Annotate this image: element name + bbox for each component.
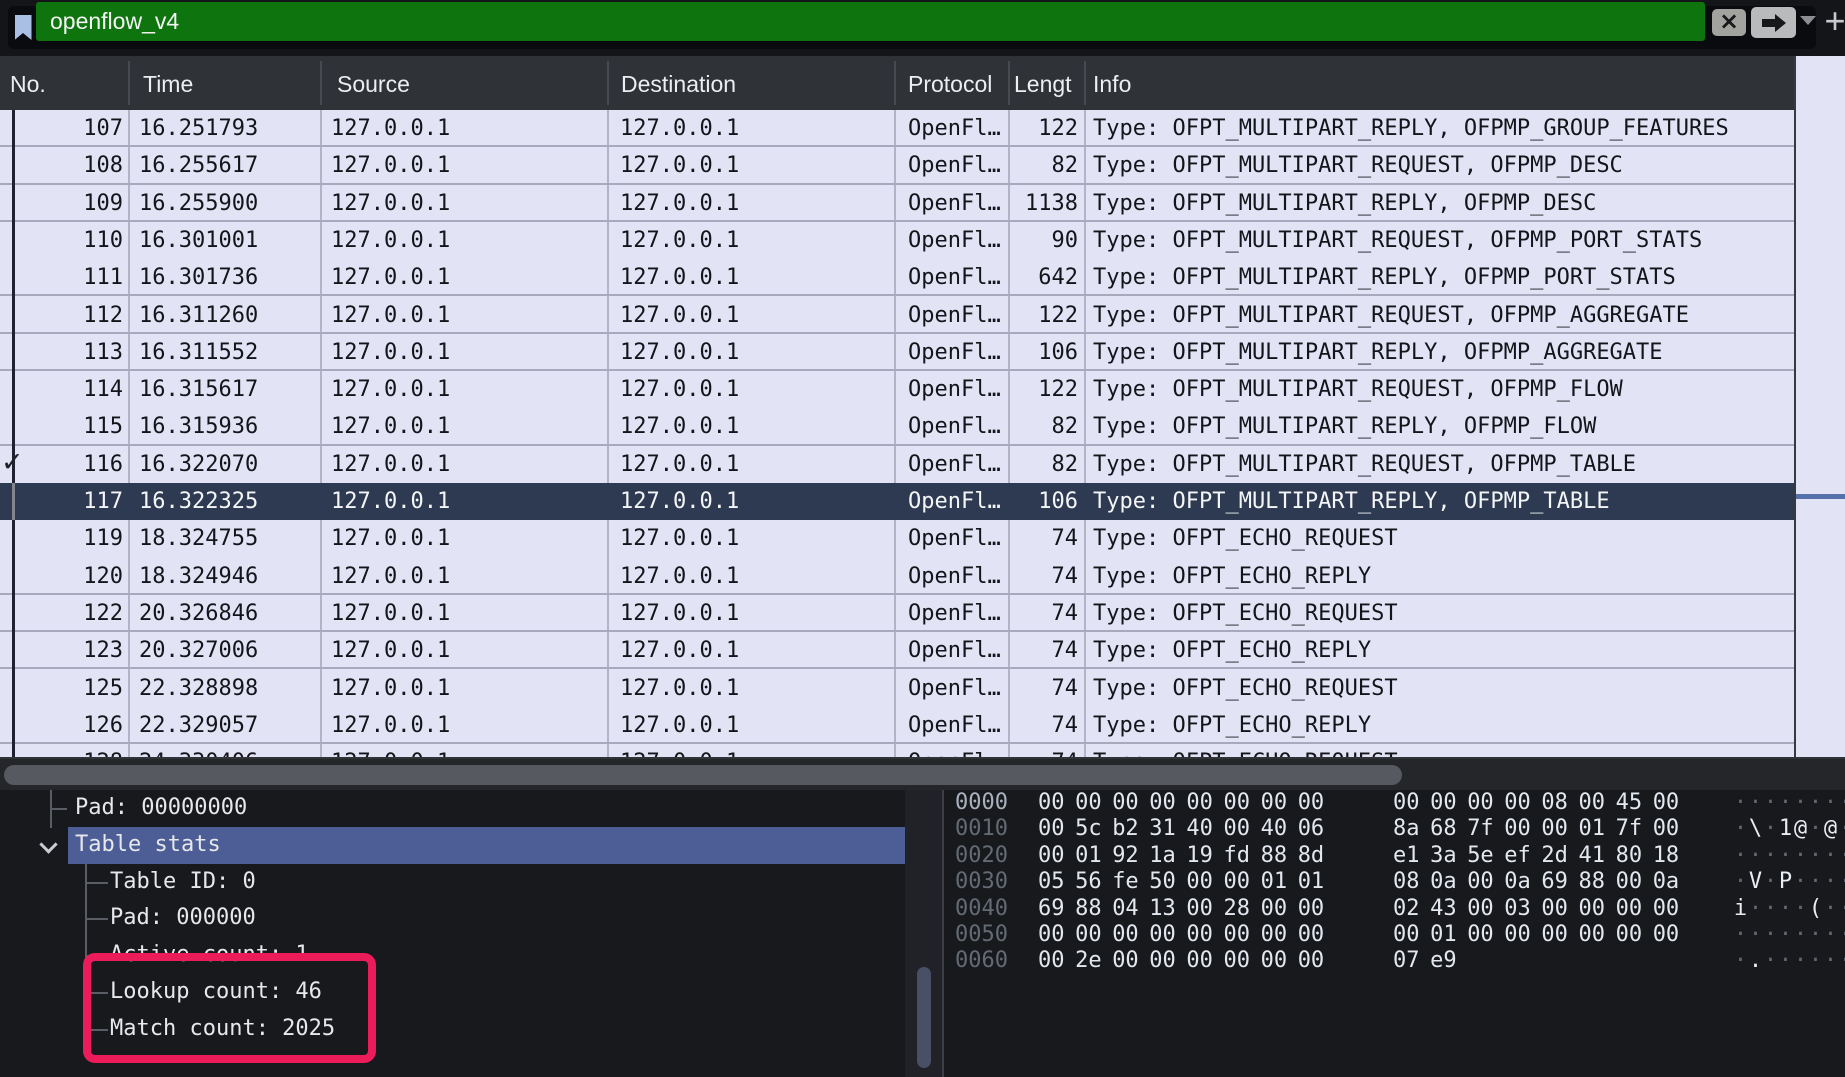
packet-row-107[interactable]: 10716.251793127.0.0.1127.0.0.1OpenFl…122… <box>0 110 1794 147</box>
packet-row-110[interactable]: 11016.301001127.0.0.1127.0.0.1OpenFl…90T… <box>0 222 1794 259</box>
packet-row-128[interactable]: 12824.330406127.0.0.1127.0.0.1OpenFl…74T… <box>0 744 1794 757</box>
hex-row-0050[interactable]: 005000000000000000000001000000000000····… <box>945 922 1845 948</box>
hex-offset: 0040 <box>955 896 1015 922</box>
filter-bookmark-button[interactable] <box>8 6 38 49</box>
packet-row-109[interactable]: 10916.255900127.0.0.1127.0.0.1OpenFl…113… <box>0 185 1794 222</box>
packet-row-120[interactable]: 12018.324946127.0.0.1127.0.0.1OpenFl…74T… <box>0 558 1794 595</box>
filter-expression-dropdown[interactable] <box>1800 16 1818 30</box>
annotation-box <box>83 953 376 1063</box>
display-filter-input[interactable]: openflow_v4 <box>36 2 1705 41</box>
column-header-info[interactable]: Info <box>1093 56 1783 110</box>
packet-list-header: No. Time Source Destination ProtocolLengtInf… <box>0 56 1794 110</box>
chevron-expanded-icon[interactable] <box>39 835 57 853</box>
packet-row-114[interactable]: 11416.315617127.0.0.1127.0.0.1OpenFl…122… <box>0 371 1794 408</box>
hex-row-0060[interactable]: 0060002e00000000000007e9·.········ <box>945 948 1845 974</box>
packet-row-119[interactable]: 11918.324755127.0.0.1127.0.0.1OpenFl…74T… <box>0 520 1794 557</box>
hex-offset: 0010 <box>955 816 1015 842</box>
hex-offset: 0060 <box>955 948 1015 974</box>
check-icon: ✓ <box>1 447 24 478</box>
detail-item-pad[interactable]: Pad: 000000 <box>0 900 905 937</box>
column-header-protocol[interactable]: Protocol <box>908 56 1008 110</box>
detail-item-table-stats[interactable]: Table stats <box>68 827 905 864</box>
horizontal-scrollbar-thumb[interactable] <box>4 765 1402 785</box>
detail-item-pad[interactable]: Pad: 00000000 <box>0 790 905 827</box>
hex-dump-pane: 000000000000000000000000000008004500····… <box>945 790 1845 1077</box>
filter-toolbar: openflow_v4 × + <box>0 0 1845 56</box>
column-resize-handle[interactable] <box>607 61 609 105</box>
column-header-source[interactable]: Source <box>337 56 607 110</box>
packet-row-111[interactable]: 11116.301736127.0.0.1127.0.0.1OpenFl…642… <box>0 259 1794 296</box>
column-resize-handle[interactable] <box>1084 61 1086 105</box>
display-filter-value: openflow_v4 <box>50 8 179 35</box>
column-resize-handle[interactable] <box>320 61 322 105</box>
packet-row-108[interactable]: 10816.255617127.0.0.1127.0.0.1OpenFl…82T… <box>0 147 1794 184</box>
packet-row-112[interactable]: 11216.311260127.0.0.1127.0.0.1OpenFl…122… <box>0 297 1794 334</box>
apply-arrow-icon <box>1762 19 1775 27</box>
column-header-no[interactable]: No. <box>10 56 128 110</box>
detail-scrollbar-thumb[interactable] <box>917 967 931 1068</box>
bookmark-icon <box>15 15 32 40</box>
hex-offset: 0000 <box>955 790 1015 816</box>
packet-list: ✓ 10716.251793127.0.0.1127.0.0.1OpenFl…1… <box>0 110 1794 757</box>
column-header-destination[interactable]: Destination <box>621 56 894 110</box>
column-resize-handle[interactable] <box>1008 61 1010 105</box>
packet-row-125[interactable]: 12522.328898127.0.0.1127.0.0.1OpenFl…74T… <box>0 670 1794 707</box>
packet-list-scrollbar[interactable] <box>1796 56 1845 757</box>
add-filter-button[interactable]: + <box>1824 2 1845 42</box>
filter-clear-button[interactable]: × <box>1712 9 1746 36</box>
packet-row-126[interactable]: 12622.329057127.0.0.1127.0.0.1OpenFl…74T… <box>0 707 1794 744</box>
packet-row-116[interactable]: 11616.322070127.0.0.1127.0.0.1OpenFl…82T… <box>0 446 1794 483</box>
column-header-lengt[interactable]: Lengt <box>1014 56 1084 110</box>
packet-row-122[interactable]: 12220.326846127.0.0.1127.0.0.1OpenFl…74T… <box>0 595 1794 632</box>
column-resize-handle[interactable] <box>128 61 130 105</box>
packet-row-117[interactable]: 11716.322325127.0.0.1127.0.0.1OpenFl…106… <box>0 483 1794 520</box>
scrollbar-selection-marker <box>1796 494 1845 499</box>
hex-row-0020[interactable]: 00200001921a19fd888de13a5eef2d418018····… <box>945 843 1845 869</box>
hex-row-0010[interactable]: 0010005cb231400040068a687f0000017f00·\·1… <box>945 816 1845 842</box>
close-icon: × <box>1719 7 1739 35</box>
horizontal-scrollbar[interactable] <box>0 757 1845 790</box>
column-resize-handle[interactable] <box>894 61 896 105</box>
pane-divider[interactable] <box>942 790 944 1077</box>
detail-item-table-id[interactable]: Table ID: 0 <box>0 864 905 901</box>
hex-offset: 0030 <box>955 869 1015 895</box>
packet-row-113[interactable]: 11316.311552127.0.0.1127.0.0.1OpenFl…106… <box>0 334 1794 371</box>
packet-row-115[interactable]: 11516.315936127.0.0.1127.0.0.1OpenFl…82T… <box>0 408 1794 445</box>
hex-row-0040[interactable]: 004069880413002800000243000300000000i···… <box>945 896 1845 922</box>
conversation-line <box>12 110 15 757</box>
packet-row-123[interactable]: 12320.327006127.0.0.1127.0.0.1OpenFl…74T… <box>0 632 1794 669</box>
filter-apply-button[interactable] <box>1751 7 1796 38</box>
hex-offset: 0050 <box>955 922 1015 948</box>
hex-offset: 0020 <box>955 843 1015 869</box>
hex-row-0030[interactable]: 00300556fe5000000101080a000a6988000a·V·P… <box>945 869 1845 895</box>
hex-row-0000[interactable]: 000000000000000000000000000008004500····… <box>945 790 1845 816</box>
chevron-down-icon <box>1800 16 1816 33</box>
column-header-time[interactable]: Time <box>143 56 320 110</box>
